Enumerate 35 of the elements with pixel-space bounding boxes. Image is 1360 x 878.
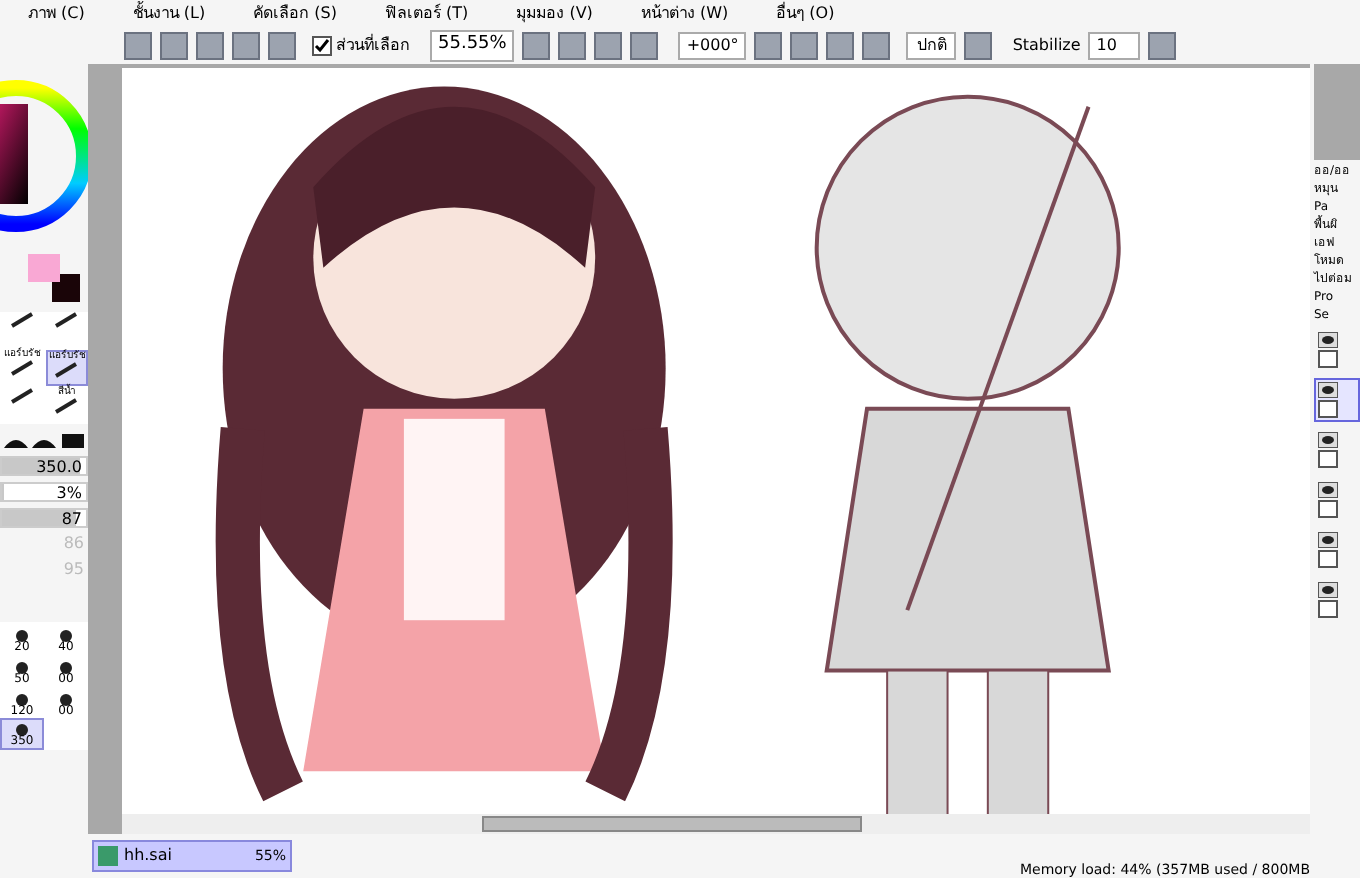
eye-icon[interactable] (1318, 532, 1338, 548)
brush-icon (9, 360, 34, 376)
menu-item[interactable]: ฟิลเตอร์ (T) (385, 2, 469, 26)
layer-item[interactable] (1314, 378, 1360, 422)
eye-icon[interactable] (1318, 582, 1338, 598)
brush-icon (54, 312, 79, 328)
blend-mode-field[interactable]: ปกติ (906, 32, 957, 60)
eye-icon[interactable] (1318, 432, 1338, 448)
horizontal-scrollbar[interactable] (122, 814, 1310, 834)
brush-icon (9, 388, 34, 404)
brush-slider[interactable]: 87 (0, 508, 88, 528)
brush-slider[interactable]: 350.0 (0, 456, 88, 476)
menu-item[interactable]: ชั้นงาน (L) (132, 2, 206, 26)
eye-icon[interactable] (1318, 332, 1338, 348)
menu-item[interactable]: อื่นๆ (O) (776, 2, 835, 26)
primary-color-swatch[interactable] (28, 254, 60, 282)
brush-icon (9, 312, 34, 328)
eye-icon[interactable] (1318, 482, 1338, 498)
brush-icon (54, 362, 79, 378)
secondary-color-swatch[interactable] (52, 274, 80, 302)
brush-icon (54, 398, 79, 414)
menu-item[interactable]: มุมมอง (V) (516, 2, 593, 26)
brush-shape-icon[interactable] (0, 430, 88, 450)
brush-slider[interactable]: 3% (0, 482, 88, 502)
stabilizer-field[interactable]: 10 (1088, 32, 1141, 60)
stabilizer-label: Stabilize (1012, 34, 1081, 58)
zoom-field[interactable]: 55.55% (430, 30, 515, 62)
selection-checkbox[interactable] (312, 36, 332, 56)
menu-item[interactable]: หน้าต่าง (W) (640, 2, 729, 26)
selection-label: ส่วนที่เลือก (336, 34, 410, 58)
rotation-field[interactable]: +000° (678, 32, 747, 60)
eye-icon[interactable] (1318, 382, 1338, 398)
image-file-icon (98, 846, 118, 866)
menu-item[interactable]: คัดเลือก (S) (253, 2, 337, 26)
menu-item[interactable]: ภาพ (C) (28, 2, 85, 26)
